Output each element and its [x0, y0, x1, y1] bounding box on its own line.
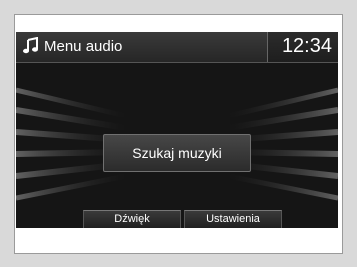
settings-softkey-label: Ustawienia [206, 213, 260, 225]
search-music-label: Szukaj muzyki [132, 145, 222, 161]
sound-softkey[interactable]: Dźwięk [83, 210, 181, 228]
audio-screen: Menu audio 12:34 Szukaj muzyki Dźwięk Us… [16, 32, 338, 228]
clock-tab: 12:34 [267, 32, 338, 62]
page-title: Menu audio [44, 38, 123, 55]
sound-softkey-label: Dźwięk [114, 213, 150, 225]
header-bar: Menu audio 12:34 [16, 32, 338, 63]
settings-softkey[interactable]: Ustawienia [184, 210, 282, 228]
search-music-button[interactable]: Szukaj muzyki [103, 134, 251, 172]
music-note-icon [23, 37, 38, 54]
clock-time: 12:34 [281, 35, 332, 57]
